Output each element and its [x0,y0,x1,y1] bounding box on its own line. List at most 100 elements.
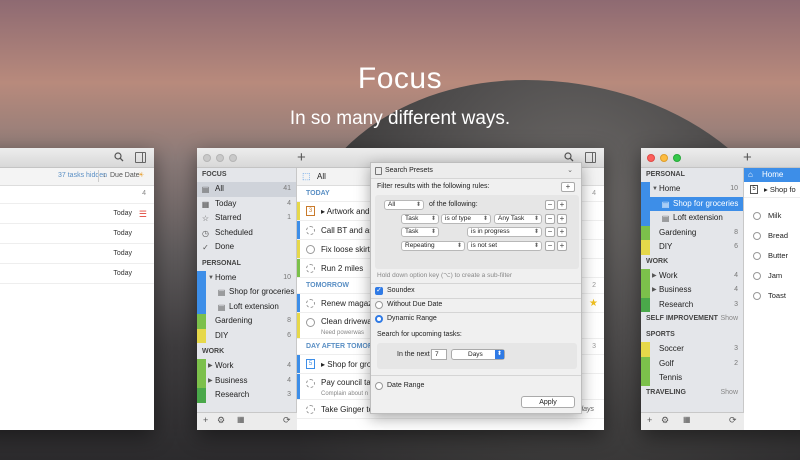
rule-value-select[interactable]: Any Task [494,214,542,224]
list-title-row[interactable]: 5 ▸ Shop fo [744,182,800,198]
search-icon[interactable] [114,152,124,162]
disclosure-right-icon[interactable]: ▶ [208,374,213,389]
sidebar-item-loft-extension[interactable]: ▤ Loft extension [641,211,743,226]
list-item[interactable]: Butter [744,246,800,266]
without-due-radio[interactable] [375,301,383,309]
sidebar-item-work[interactable]: ▶ Work 4 [641,268,743,284]
sync-icon[interactable]: ⟳ [283,415,291,426]
repeat-checkbox[interactable] [306,379,315,388]
search-icon[interactable] [564,152,574,162]
sort-icon[interactable]: ↓ [103,172,107,179]
sidebar-item-all[interactable]: ▤ All 41 [197,182,296,197]
sidebar-item-done[interactable]: ✓ Done [197,240,296,255]
list-item[interactable]: Bread [744,226,800,246]
days-unit-select[interactable]: Days ⬍ [451,349,505,360]
task-checkbox[interactable] [753,232,761,240]
task-checkbox[interactable] [753,292,761,300]
sidebar-item-gardening[interactable]: Gardening 8 [641,225,743,240]
list-item[interactable]: Milk [744,206,800,226]
remove-rule-button[interactable]: − [545,200,555,210]
task-row[interactable]: Today [0,224,154,244]
rule-field-select[interactable]: Task [401,214,439,224]
sidebar-item-scheduled[interactable]: ◷ Scheduled [197,226,296,241]
gear-icon[interactable]: ⚙ [217,415,225,426]
add-rule-button[interactable]: + [557,214,567,224]
add-rule-button[interactable]: + [557,227,567,237]
add-preset-button[interactable]: + [561,182,575,192]
add-list-icon[interactable]: + [647,415,652,425]
sidebar-item-shop-for-groceries[interactable]: ▤ Shop for groceries [641,196,743,211]
date-range-radio[interactable] [375,382,383,390]
close-button[interactable] [203,154,211,162]
remove-rule-button[interactable]: − [545,214,555,224]
rule-op-select[interactable]: is not set [467,241,542,251]
disclosure-down-icon[interactable]: ▼ [652,182,658,197]
hidden-tasks-count[interactable]: 37 tasks hidden [58,172,107,179]
calendar-icon[interactable]: ▦ [237,415,245,424]
task-checkbox[interactable] [306,245,315,254]
sidebar-item-diy[interactable]: DIY 6 [641,240,743,255]
list-item[interactable]: Toast [744,286,800,306]
add-task-icon[interactable]: + [743,149,752,166]
sidebar-item-home[interactable]: ▼ Home 10 [641,182,743,197]
apply-button[interactable]: Apply [521,396,575,408]
add-rule-button[interactable]: + [557,200,567,210]
minimize-button[interactable] [216,154,224,162]
sidebar-toggle-icon[interactable] [585,152,596,163]
task-checkbox[interactable] [753,272,761,280]
task-checkbox[interactable] [753,252,761,260]
sidebar-item-soccer[interactable]: Soccer 3 [641,342,743,357]
task-checkbox[interactable] [753,212,761,220]
repeat-checkbox[interactable] [306,226,315,235]
calendar-icon[interactable]: ▦ [683,415,691,424]
add-rule-button[interactable]: + [557,241,567,251]
soundex-checkbox[interactable]: ✓ [375,287,383,295]
add-task-icon[interactable]: + [297,149,306,166]
task-checkbox[interactable] [306,318,315,327]
sidebar-toggle-icon[interactable] [135,152,146,163]
sidebar-item-research[interactable]: Research 3 [641,297,743,312]
match-select[interactable]: All [384,200,424,210]
gear-icon[interactable]: ⚙ [661,415,669,426]
zoom-button[interactable] [229,154,237,162]
zoom-button[interactable] [673,154,681,162]
days-input[interactable]: 7 [431,349,447,360]
sidebar-item-home[interactable]: ▼ Home 10 [197,270,296,286]
sidebar-item-golf[interactable]: Golf 2 [641,356,743,371]
sidebar-item-work[interactable]: ▶ Work 4 [197,359,296,374]
repeat-checkbox[interactable] [306,405,315,414]
sidebar-item-diy[interactable]: DIY 6 [197,328,296,343]
disclosure-right-icon[interactable]: ▶ [208,359,213,374]
sidebar-item-shop-for-groceries[interactable]: ▤ Shop for groceries [197,285,296,300]
show-link[interactable]: Show [720,312,738,326]
sidebar-item-tennis[interactable]: Tennis [641,371,743,386]
disclosure-right-icon[interactable]: ▶ [652,283,657,298]
sidebar-item-business[interactable]: ▶ Business 4 [197,373,296,389]
sync-icon[interactable]: ⟳ [729,415,737,426]
rule-field-select[interactable]: Repeating [401,241,465,251]
repeat-checkbox[interactable] [306,264,315,273]
sort-select[interactable]: Due Date [110,172,140,179]
list-item[interactable]: Jam [744,266,800,286]
sun-icon[interactable]: ☀ [138,171,144,179]
sidebar-item-today[interactable]: ▦ Today 4 [197,197,296,212]
disclosure-right-icon[interactable]: ▶ [652,269,657,284]
remove-rule-button[interactable]: − [545,241,555,251]
tab-home[interactable]: ⌂ Home [744,168,800,182]
dynamic-range-radio[interactable] [375,315,383,323]
rule-op-select[interactable]: is of type [441,214,491,224]
minimize-button[interactable] [660,154,668,162]
show-link[interactable]: Show [720,386,738,400]
star-icon[interactable]: ★ [589,294,598,313]
sidebar-item-starred[interactable]: ☆ Starred 1 [197,211,296,226]
task-row[interactable]: Today ☰ [0,204,154,224]
remove-rule-button[interactable]: − [545,227,555,237]
disclosure-down-icon[interactable]: ▼ [208,271,214,286]
task-row[interactable]: Today [0,264,154,284]
task-row[interactable]: Today [0,244,154,264]
repeat-checkbox[interactable] [306,299,315,308]
popover-title-bar[interactable]: Search Presets ⌄ [371,163,581,179]
sidebar-item-business[interactable]: ▶ Business 4 [641,283,743,298]
add-list-icon[interactable]: + [203,415,208,425]
sidebar-item-loft-extension[interactable]: ▤ Loft extension [197,299,296,314]
